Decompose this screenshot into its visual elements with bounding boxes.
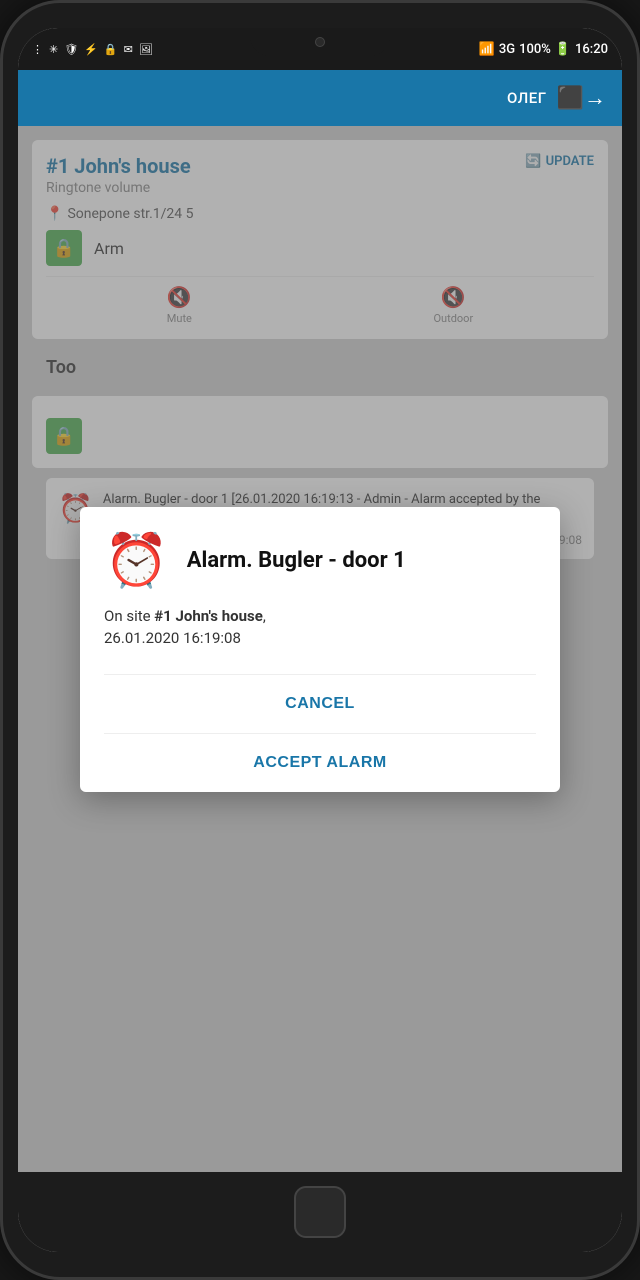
body-prefix: On site <box>104 607 154 625</box>
dialog-backdrop: ⏰ Alarm. Bugler - door 1 On site #1 John… <box>18 126 622 1172</box>
usb-icon: ⚡ <box>84 43 98 56</box>
camera <box>315 37 325 47</box>
app-header: ОЛЕГ ⬛→ <box>18 70 622 126</box>
home-button[interactable] <box>294 1186 346 1238</box>
status-icons: ⋮ ✳ 🛡 ⚡ 🔒 ✉ 🖼 <box>32 43 153 56</box>
username-label: ОЛЕГ <box>507 89 547 107</box>
dialog-title-row: ⏰ Alarm. Bugler - door 1 <box>104 535 536 587</box>
wifi-icon: 📶 <box>479 42 495 57</box>
dialog-title: Alarm. Bugler - door 1 <box>187 547 406 575</box>
mail-icon: ✉ <box>124 43 133 56</box>
notch <box>250 28 390 56</box>
asterisk-icon: ✳ <box>49 43 58 56</box>
cancel-button[interactable]: CANCEL <box>104 675 536 734</box>
signal-label: 3G <box>499 42 515 57</box>
shield-icon: 🛡 <box>64 43 78 56</box>
time-label: 16:20 <box>575 42 608 57</box>
main-content: #1 John's house Ringtone volume 🔄 UPDATE… <box>18 126 622 1172</box>
battery-label: 100% <box>519 42 551 57</box>
accept-alarm-button[interactable]: ACCEPT ALARM <box>104 734 536 792</box>
dialog-alarm-icon: ⏰ <box>104 535 169 587</box>
logout-icon[interactable]: ⬛→ <box>557 85 606 111</box>
alarm-dialog: ⏰ Alarm. Bugler - door 1 On site #1 John… <box>80 507 560 792</box>
shield2-icon: 🔒 <box>104 43 118 56</box>
status-right: 📶 3G 100% 🔋 16:20 <box>479 42 608 57</box>
battery-icon: 🔋 <box>555 42 571 57</box>
dialog-body: On site #1 John's house,26.01.2020 16:19… <box>104 605 536 650</box>
image-icon: 🖼 <box>139 43 153 56</box>
dialog-actions: CANCEL ACCEPT ALARM <box>104 674 536 792</box>
more-icon: ⋮ <box>32 43 43 56</box>
body-site-name: #1 John's house <box>154 607 263 625</box>
phone-screen: ⋮ ✳ 🛡 ⚡ 🔒 ✉ 🖼 📶 3G 100% 🔋 16:20 ОЛЕГ ⬛→ <box>18 28 622 1252</box>
home-button-area <box>18 1172 622 1252</box>
phone-frame: ⋮ ✳ 🛡 ⚡ 🔒 ✉ 🖼 📶 3G 100% 🔋 16:20 ОЛЕГ ⬛→ <box>0 0 640 1280</box>
